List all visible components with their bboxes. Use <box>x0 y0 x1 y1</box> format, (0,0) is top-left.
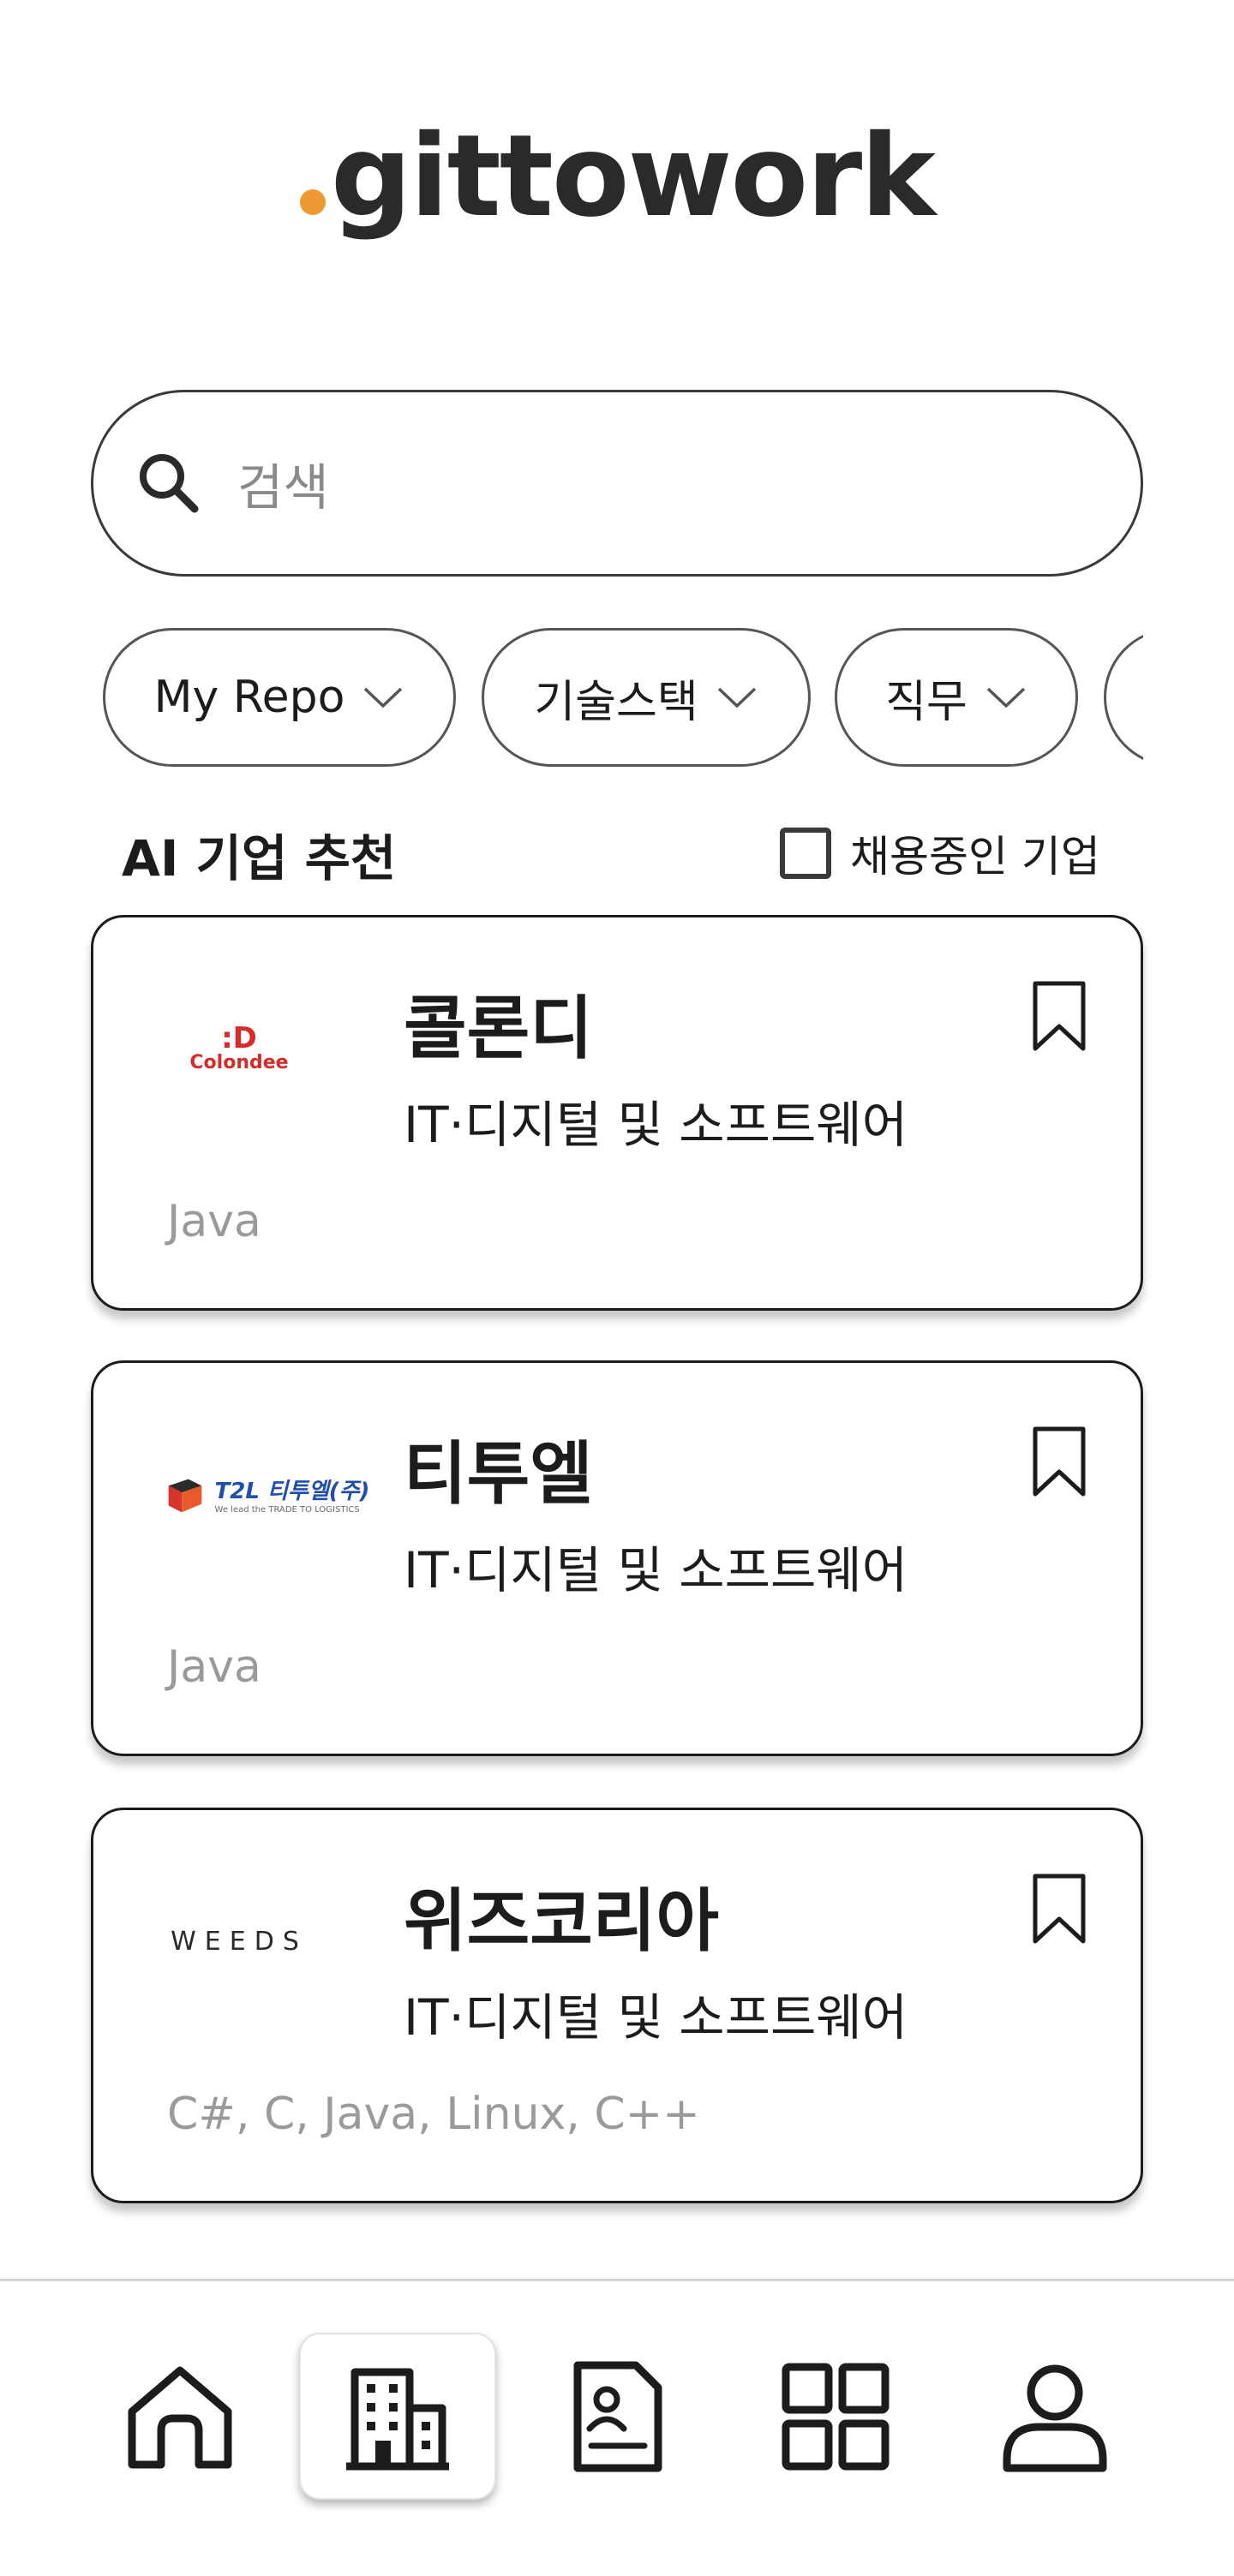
chevron-down-icon <box>364 687 403 708</box>
company-card[interactable]: :D Colondee 콜론디 IT·디지털 및 소프트웨어 Java <box>91 915 1143 1311</box>
hiring-filter[interactable]: 채용중인 기업 <box>780 822 1100 884</box>
bottom-nav <box>0 2281 1234 2576</box>
company-category: IT·디지털 및 소프트웨어 <box>404 1096 908 1154</box>
search-bar[interactable]: 검색 <box>91 390 1143 577</box>
company-logo-mark: WEEDS <box>171 1926 308 1957</box>
company-logo-mark: :D <box>221 1020 257 1055</box>
brand-dot <box>299 189 326 215</box>
brand-logo: gittowork <box>0 120 1234 257</box>
company-category: IT·디지털 및 소프트웨어 <box>404 1541 908 1599</box>
company-logo-mark: T2L 티투엘(주) <box>214 1479 370 1504</box>
company-category: IT·디지털 및 소프트웨어 <box>404 1988 908 2047</box>
company-name: 위즈코리아 <box>404 1881 719 1961</box>
grid-icon <box>782 2363 890 2470</box>
section-title: AI 기업 추천 <box>122 829 397 888</box>
filter-label: 기술스택 <box>534 676 698 728</box>
home-icon <box>128 2366 232 2468</box>
company-logo: :D Colondee <box>136 967 342 1130</box>
company-logo: WEEDS <box>136 1860 342 2023</box>
filter-label: My Repo <box>153 672 345 723</box>
company-logo-sub: Colondee <box>189 1051 289 1073</box>
hiring-checkbox[interactable] <box>780 828 831 879</box>
filter-chips: My Repo 기술스택 직무 <box>91 628 1143 769</box>
company-card[interactable]: T2L 티투엘(주) We lead the TRADE TO LOGISTIC… <box>91 1360 1143 1756</box>
chevron-down-icon <box>717 687 756 708</box>
filter-my-repo[interactable]: My Repo <box>103 628 456 767</box>
company-tech-stack: Java <box>167 1641 261 1693</box>
filter-label: 직무 <box>885 676 967 728</box>
nav-companies[interactable] <box>299 2333 496 2500</box>
company-logo: T2L 티투엘(주) We lead the TRADE TO LOGISTIC… <box>145 1413 385 1575</box>
hiring-filter-label: 채용중인 기업 <box>850 832 1100 882</box>
filter-more[interactable] <box>1104 628 1143 767</box>
bookmark-icon[interactable] <box>1031 1872 1087 1945</box>
t2l-cube-icon <box>168 1479 201 1513</box>
bookmark-icon[interactable] <box>1031 979 1087 1053</box>
filter-tech-stack[interactable]: 기술스택 <box>482 628 811 767</box>
company-name: 콜론디 <box>404 989 593 1068</box>
bookmark-icon[interactable] <box>1031 1425 1087 1498</box>
resume-icon <box>573 2361 662 2471</box>
company-name: 티투엘 <box>404 1434 593 1514</box>
chevron-down-icon <box>986 687 1026 708</box>
nav-profile[interactable] <box>956 2333 1153 2500</box>
filter-job[interactable]: 직무 <box>835 628 1078 767</box>
brand-name: gittowork <box>330 111 936 242</box>
search-input[interactable]: 검색 <box>237 447 329 519</box>
nav-resume[interactable] <box>518 2333 716 2500</box>
building-icon <box>346 2368 449 2470</box>
company-card[interactable]: WEEDS 위즈코리아 IT·디지털 및 소프트웨어 C#, C, Java, … <box>91 1808 1143 2203</box>
nav-dashboard[interactable] <box>737 2333 934 2500</box>
nav-home[interactable] <box>81 2333 279 2500</box>
company-logo-sub: We lead the TRADE TO LOGISTICS <box>214 1505 360 1515</box>
search-icon <box>140 454 199 513</box>
company-tech-stack: Java <box>167 1196 261 1247</box>
user-icon <box>1003 2364 1107 2471</box>
company-tech-stack: C#, C, Java, Linux, C++ <box>167 2089 700 2140</box>
